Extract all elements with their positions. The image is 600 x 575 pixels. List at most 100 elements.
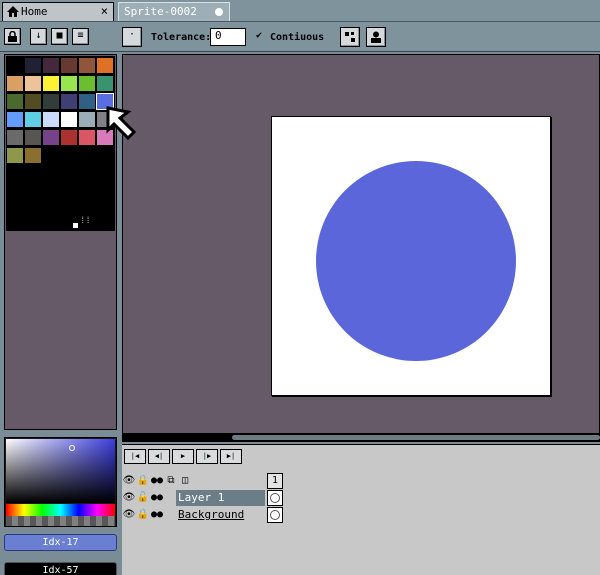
cel[interactable] — [267, 507, 283, 523]
palette-swatch[interactable] — [97, 76, 113, 91]
layer-name[interactable]: Background — [176, 507, 265, 523]
arrow-cursor-icon — [106, 106, 137, 141]
frame-number[interactable]: 1 — [267, 473, 283, 489]
next-frame-icon: |▶ — [202, 452, 212, 460]
palette-swatch[interactable] — [7, 76, 23, 91]
scrollbar-thumb[interactable] — [232, 435, 600, 440]
play-icon: ▶ — [180, 452, 186, 460]
palette-swatch[interactable] — [25, 130, 41, 145]
lock-icon[interactable]: 🔒 — [136, 474, 150, 488]
home-icon — [7, 6, 19, 17]
foreground-color-button[interactable]: Idx-17 — [4, 534, 117, 551]
next-frame-button[interactable]: |▶ — [196, 449, 218, 464]
tab-sprite[interactable]: Sprite-0002 — [118, 2, 230, 21]
alpha-slider[interactable] — [6, 516, 115, 526]
close-icon[interactable]: × — [101, 4, 108, 18]
palette-swatch[interactable] — [97, 58, 113, 73]
cel-dot-icon — [270, 493, 280, 503]
resize-grip-icon[interactable] — [73, 223, 78, 228]
horizontal-scrollbar[interactable] — [122, 433, 600, 442]
palette-swatch[interactable] — [61, 112, 77, 127]
brush-size-button[interactable]: · — [122, 27, 142, 47]
contiguous-check-icon[interactable]: ✔ — [256, 30, 262, 41]
first-frame-button[interactable]: |◀ — [124, 449, 146, 464]
palette-swatches — [6, 56, 115, 231]
palette-swatch[interactable] — [7, 130, 23, 145]
onion-skin-icon[interactable]: ◫ — [178, 474, 192, 488]
layer-row-background[interactable]: 👁 🔒 ●● Background — [122, 507, 285, 523]
context-bar: ↓ ■ ≡ · Tolerance: 0 ✔ Contiuous — [0, 22, 600, 52]
sample-layer-button[interactable] — [366, 27, 386, 47]
palette-swatch[interactable] — [43, 130, 59, 145]
continuous-icon[interactable]: ●● — [150, 508, 164, 522]
palette-swatch[interactable] — [61, 76, 77, 91]
square-icon: ■ — [56, 30, 63, 41]
palette-swatch[interactable] — [25, 58, 41, 73]
lock-button[interactable] — [4, 28, 21, 45]
palette-swatch[interactable] — [43, 76, 59, 91]
dots-icon — [345, 32, 355, 42]
palette-swatch[interactable] — [25, 112, 41, 127]
modified-dot-icon[interactable] — [215, 8, 223, 16]
sprite-editor[interactable] — [122, 54, 600, 434]
tab-sprite-label: Sprite-0002 — [124, 5, 197, 18]
palette-swatch[interactable] — [43, 58, 59, 73]
menu-button[interactable]: ≡ — [72, 28, 89, 45]
tolerance-input[interactable]: 0 — [210, 28, 246, 46]
palette-swatch[interactable] — [61, 58, 77, 73]
palette-swatch[interactable] — [61, 130, 77, 145]
tab-bar: Home × Sprite-0002 — [0, 0, 600, 22]
arrow-down-button[interactable]: ↓ — [30, 28, 47, 45]
eye-icon[interactable]: 👁 — [122, 474, 136, 488]
eye-icon[interactable]: 👁 — [122, 508, 136, 522]
cel[interactable] — [267, 490, 283, 506]
palette-resize-handle-icon[interactable]: ⁞⁞ — [80, 216, 91, 226]
arrow-down-icon: ↓ — [35, 30, 42, 41]
palette-swatch[interactable] — [25, 94, 41, 109]
square-button[interactable]: ■ — [51, 28, 68, 45]
saturation-value-area[interactable] — [6, 439, 115, 503]
cel-dot-icon — [270, 510, 280, 520]
unlock-icon[interactable]: 🔓 — [136, 491, 150, 505]
palette-panel: ⁞⁞ — [4, 54, 117, 430]
layer-row-layer1[interactable]: 👁 🔓 ●● Layer 1 — [122, 490, 285, 506]
timeline-header-row: 👁 🔒 ●● ⧉ ◫ — [122, 473, 285, 489]
continuous-icon[interactable]: ●● — [150, 491, 164, 505]
palette-swatch[interactable] — [7, 58, 23, 73]
palette-swatch[interactable] — [79, 58, 95, 73]
palette-swatch[interactable] — [43, 94, 59, 109]
prev-frame-button[interactable]: ◀| — [148, 449, 170, 464]
sprite-canvas[interactable] — [271, 116, 551, 396]
palette-swatch[interactable] — [7, 148, 23, 163]
layer-name[interactable]: Layer 1 — [176, 490, 265, 506]
hue-slider[interactable] — [6, 504, 115, 516]
background-color-button[interactable]: Idx-57 — [4, 562, 117, 575]
menu-icon: ≡ — [77, 30, 84, 41]
eye-icon[interactable]: 👁 — [122, 491, 136, 505]
dot-icon: · — [128, 29, 136, 40]
palette-swatch[interactable] — [61, 94, 77, 109]
timeline: |◀ ◀| ▶ |▶ ▶| 👁 🔒 ●● ⧉ ◫ 1 👁 🔓 ●● Layer … — [122, 444, 600, 575]
user-icon — [371, 31, 381, 43]
tab-home[interactable]: Home × — [2, 2, 114, 21]
palette-swatch[interactable] — [7, 112, 23, 127]
palette-swatch[interactable] — [79, 130, 95, 145]
palette-swatch[interactable] — [7, 94, 23, 109]
lock-icon[interactable]: 🔒 — [136, 508, 150, 522]
palette-swatch[interactable] — [25, 76, 41, 91]
play-button[interactable]: ▶ — [172, 449, 194, 464]
last-frame-button[interactable]: ▶| — [220, 449, 242, 464]
contiguous-label[interactable]: Contiuous — [270, 32, 324, 43]
first-frame-icon: |◀ — [130, 452, 140, 460]
link-icon[interactable]: ⧉ — [164, 474, 178, 488]
palette-swatch[interactable] — [79, 94, 95, 109]
palette-swatch[interactable] — [43, 112, 59, 127]
pixel-perfect-button[interactable] — [340, 27, 360, 47]
filled-circle — [316, 161, 516, 361]
color-picker[interactable] — [4, 437, 117, 527]
palette-swatch[interactable] — [79, 112, 95, 127]
continuous-icon[interactable]: ●● — [150, 474, 164, 488]
palette-swatch[interactable] — [79, 76, 95, 91]
sv-cursor[interactable] — [69, 445, 75, 451]
palette-swatch[interactable] — [25, 148, 41, 163]
